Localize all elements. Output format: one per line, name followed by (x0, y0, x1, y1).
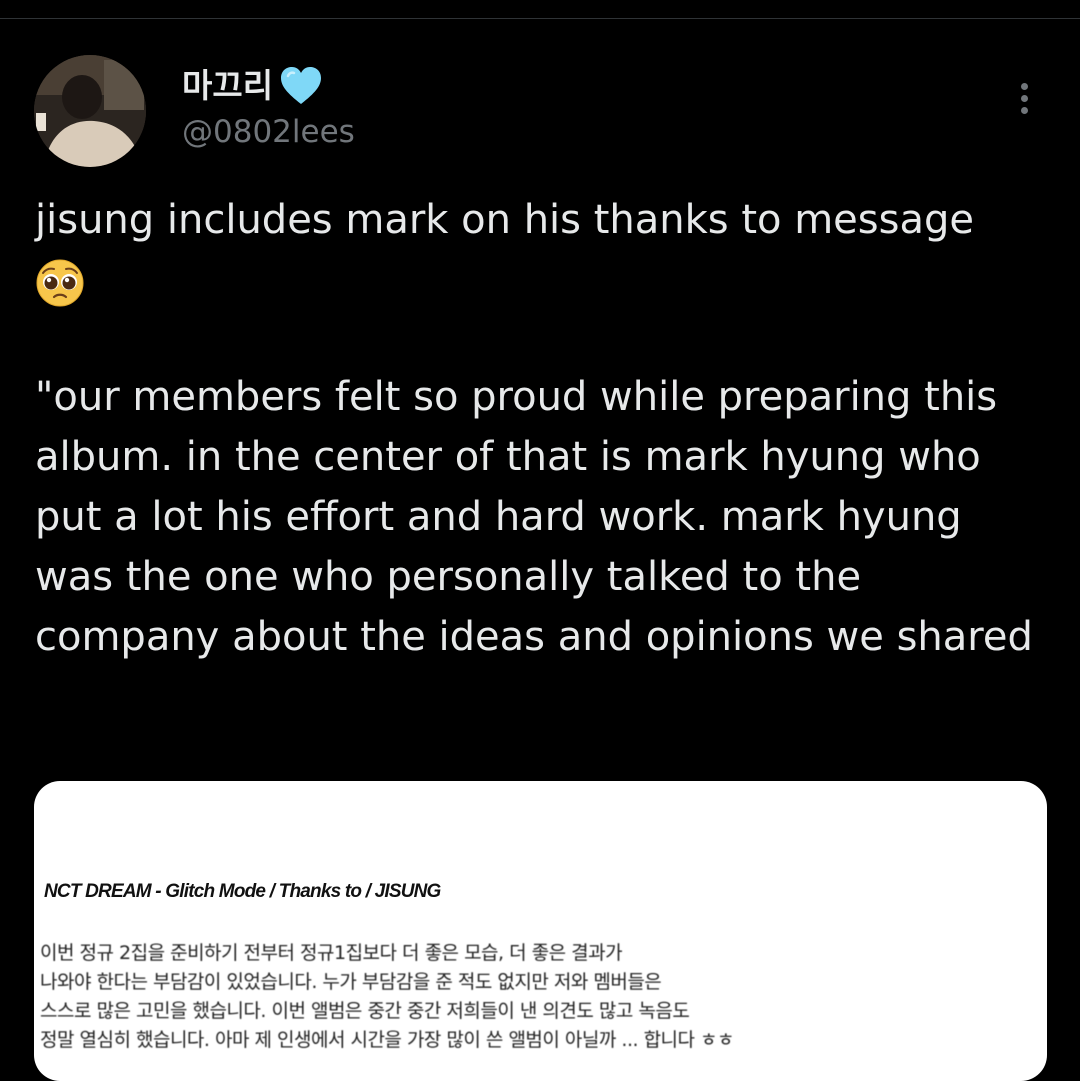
tweet-text: jisung includes mark on his thanks to me… (35, 197, 974, 243)
media-image[interactable]: NCT DREAM - Glitch Mode / Thanks to / JI… (34, 781, 1047, 1081)
more-vertical-icon (1020, 82, 1028, 90)
display-name-row: 마끄리 (182, 64, 323, 108)
handle[interactable]: @0802lees (182, 112, 355, 152)
tweet-quote-text: "our members felt so proud while prepari… (35, 374, 1033, 660)
more-dot (1020, 106, 1028, 114)
document-body: 이번 정규 2집을 준비하기 전부터 정규1집보다 더 좋은 모습, 더 좋은 … (40, 939, 1040, 1055)
avatar[interactable] (34, 55, 146, 167)
light-blue-heart-icon (281, 67, 322, 104)
document-line: 스스로 많은 고민을 했습니다. 이번 앨범은 중간 중간 저희들이 낸 의견도… (40, 1000, 690, 1022)
pleading-face-icon (36, 259, 84, 307)
document-line: 이번 정규 2집을 준비하기 전부터 정규1집보다 더 좋은 모습, 더 좋은 … (40, 942, 623, 964)
display-name[interactable]: 마끄리 (182, 64, 273, 108)
document-line: 나와야 한다는 부담감이 있었습니다. 누가 부담감을 준 적도 없지만 저와 … (40, 971, 662, 993)
more-dot (1020, 94, 1028, 102)
top-divider (0, 18, 1080, 19)
document-title: NCT DREAM - Glitch Mode / Thanks to / JI… (44, 881, 441, 902)
more-options-button[interactable] (1004, 78, 1044, 118)
avatar-photo (34, 55, 146, 167)
